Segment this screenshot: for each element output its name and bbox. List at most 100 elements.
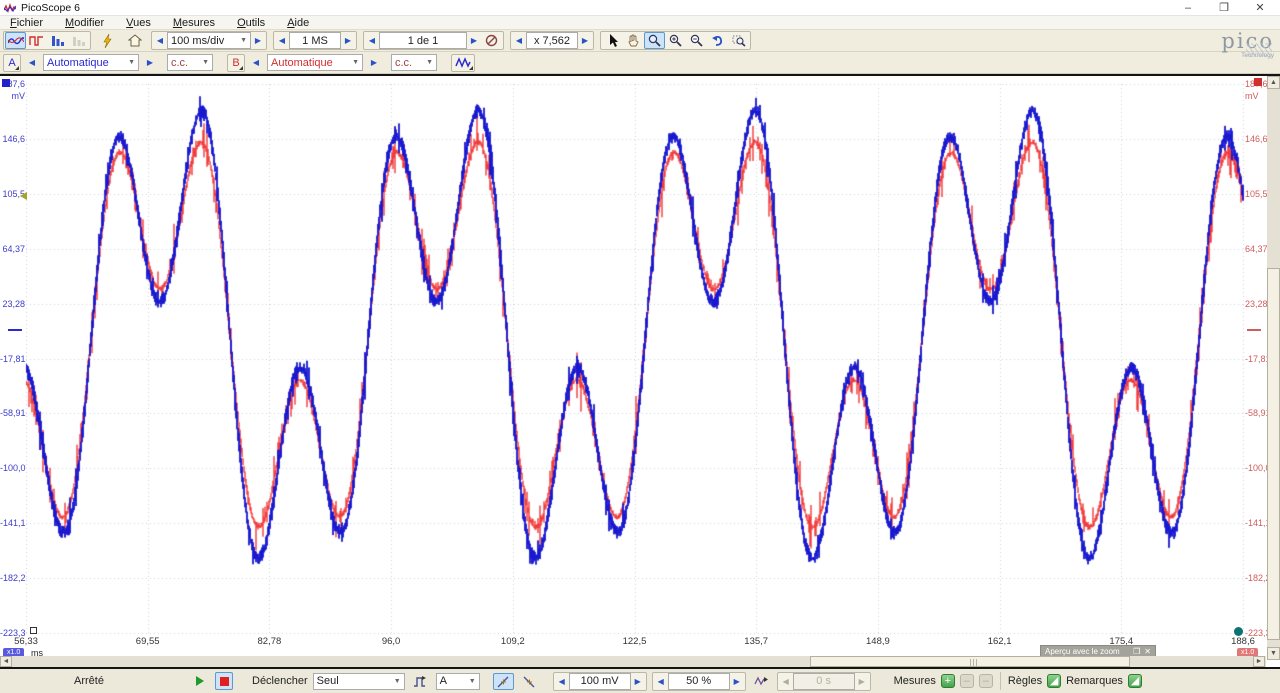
scope-view[interactable]: 187,6 146,6 105,5 64,37 23,28 -17,81 -58,91 -10… bbox=[0, 74, 1280, 669]
signal-generator-button[interactable] bbox=[451, 53, 475, 72]
chevron-down-icon: ▼ bbox=[202, 59, 209, 66]
pan-tool-button[interactable] bbox=[623, 32, 644, 49]
scroll-down-icon[interactable]: ▼ bbox=[1267, 647, 1280, 660]
page-indicator[interactable]: 1 de 1 bbox=[379, 32, 467, 49]
maximize-button[interactable]: ❐ bbox=[1218, 2, 1230, 14]
samples-select[interactable]: 1 MS bbox=[289, 32, 341, 49]
minimize-button[interactable]: – bbox=[1182, 2, 1194, 14]
scroll-left-icon[interactable]: ◄ bbox=[0, 656, 12, 667]
pretrigger-down[interactable]: ◀ bbox=[654, 673, 668, 690]
falling-edge-button[interactable] bbox=[519, 673, 540, 690]
trigger-source-value: A bbox=[439, 675, 447, 687]
waveform-canvas[interactable] bbox=[0, 76, 1280, 667]
undo-zoom-button[interactable] bbox=[707, 32, 728, 49]
left-axis-tick: 64,37 bbox=[2, 243, 25, 254]
rulers-button[interactable]: ◢ bbox=[1047, 674, 1062, 688]
trigger-source-select[interactable]: A ▼ bbox=[435, 672, 480, 690]
notes-button[interactable]: ◢ bbox=[1127, 674, 1142, 688]
marquee-zoom-button[interactable] bbox=[728, 32, 749, 49]
channel-toolbar: A ◀ Automatique ▼ ▶ c.c. ▼ B ◀ Automatiq… bbox=[0, 52, 1280, 74]
scope-view-icon bbox=[7, 36, 24, 44]
left-axis-tick: -58,91 bbox=[0, 408, 26, 419]
timebase-prev-button[interactable]: ◀ bbox=[153, 32, 167, 49]
post-trigger-delay-button[interactable] bbox=[751, 673, 772, 690]
vertical-scrollbar[interactable]: ▲ ▼ bbox=[1267, 76, 1280, 660]
delay-up: ▶ bbox=[858, 676, 865, 686]
channel-b-top-marker[interactable] bbox=[1254, 78, 1262, 86]
zoom-origin-marker[interactable] bbox=[30, 627, 37, 634]
pretrigger-up[interactable]: ▶ bbox=[730, 673, 744, 690]
trigger-level-down[interactable]: ◀ bbox=[555, 673, 569, 690]
probe-setup-button[interactable] bbox=[97, 32, 118, 49]
menu-aide[interactable]: Aide bbox=[287, 17, 309, 29]
page-prev-button[interactable]: ◀ bbox=[365, 32, 379, 49]
menu-modifier[interactable]: Modifier bbox=[65, 17, 104, 29]
trigger-level-box[interactable]: 100 mV bbox=[568, 672, 631, 690]
channel-b-button[interactable]: B bbox=[227, 53, 245, 72]
channel-b-range-next[interactable]: ▶ bbox=[367, 54, 381, 71]
zoom-out-tool-button[interactable] bbox=[686, 32, 707, 49]
menu-mesures[interactable]: Mesures bbox=[173, 17, 215, 29]
channel-a-top-marker[interactable] bbox=[2, 79, 10, 87]
home-icon bbox=[127, 34, 142, 47]
spectrum-view-button[interactable] bbox=[47, 32, 68, 49]
close-button[interactable]: ✕ bbox=[1254, 2, 1266, 14]
run-button[interactable] bbox=[189, 673, 210, 690]
zoom-in-tool-button[interactable] bbox=[665, 32, 686, 49]
zoom-factor-box[interactable]: x 7,562 bbox=[526, 32, 578, 49]
channel-a-zero-marker[interactable] bbox=[8, 329, 22, 331]
pico-logo: pico Technology bbox=[1221, 31, 1274, 60]
trigger-level-marker-icon[interactable] bbox=[20, 192, 27, 200]
undo-arrow-icon bbox=[712, 35, 723, 46]
home-button[interactable] bbox=[124, 32, 145, 49]
horizontal-scrollbar-thumb[interactable] bbox=[810, 656, 1130, 667]
zoom-window-tool-button[interactable] bbox=[644, 32, 665, 49]
page-next-button[interactable]: ▶ bbox=[467, 32, 481, 49]
persistence-view-button[interactable] bbox=[26, 32, 47, 49]
channel-b-coupling-select[interactable]: c.c. ▼ bbox=[391, 54, 437, 71]
channel-a-button[interactable]: A bbox=[3, 53, 21, 72]
scroll-right-icon[interactable]: ► bbox=[1253, 656, 1265, 667]
falling-edge-icon bbox=[523, 676, 535, 687]
stop-button[interactable] bbox=[215, 672, 233, 690]
trigger-mode-select[interactable]: Seul ▼ bbox=[312, 672, 405, 690]
channel-a-coupling-select[interactable]: c.c. ▼ bbox=[167, 54, 213, 71]
app-icon bbox=[4, 2, 16, 13]
scope-view-button[interactable] bbox=[5, 32, 26, 49]
channel-a-range-next[interactable]: ▶ bbox=[143, 54, 157, 71]
pointer-tool-button[interactable] bbox=[602, 32, 623, 49]
samples-next-button[interactable]: ▶ bbox=[341, 32, 355, 49]
samples-prev-button[interactable]: ◀ bbox=[275, 32, 289, 49]
zoom-factor-next-button[interactable]: ▶ bbox=[578, 32, 592, 49]
menu-fichier[interactable]: Fichier bbox=[10, 17, 43, 29]
trigger-time-marker[interactable] bbox=[1234, 627, 1243, 636]
delay-box: 0 s bbox=[792, 672, 855, 690]
scroll-up-icon[interactable]: ▲ bbox=[1267, 76, 1280, 89]
close-icon[interactable]: ✕ bbox=[1144, 647, 1151, 656]
menu-outils[interactable]: Outils bbox=[237, 17, 265, 29]
advanced-trigger-button[interactable] bbox=[410, 673, 431, 690]
advanced-trigger-icon bbox=[414, 675, 427, 687]
popout-icon[interactable]: ❐ bbox=[1133, 647, 1140, 656]
channel-a-range-prev[interactable]: ◀ bbox=[25, 54, 39, 71]
timebase-select[interactable]: 100 ms/div ▼ bbox=[167, 32, 251, 49]
chevron-down-icon: ▼ bbox=[393, 677, 401, 685]
corner-triangle-icon bbox=[15, 65, 19, 70]
left-axis-unit: mV bbox=[11, 91, 26, 101]
trigger-level-up[interactable]: ▶ bbox=[631, 673, 645, 690]
channel-b-range-select[interactable]: Automatique ▼ bbox=[267, 54, 363, 71]
add-measure-button[interactable]: + bbox=[940, 674, 955, 688]
vertical-scrollbar-thumb[interactable] bbox=[1267, 268, 1280, 640]
delete-measure-button: – bbox=[978, 674, 993, 688]
channel-a-range-select[interactable]: Automatique ▼ bbox=[43, 54, 139, 71]
channel-b-zero-marker[interactable] bbox=[1247, 329, 1261, 331]
timebase-next-button[interactable]: ▶ bbox=[251, 32, 265, 49]
horizontal-scrollbar[interactable]: ◄ ► bbox=[0, 656, 1266, 667]
pretrigger-value: 50 % bbox=[686, 675, 712, 687]
zoom-factor-prev-button[interactable]: ◀ bbox=[512, 32, 526, 49]
pretrigger-box[interactable]: 50 % bbox=[667, 672, 730, 690]
rising-edge-button[interactable] bbox=[492, 672, 514, 690]
no-overflow-button[interactable] bbox=[481, 32, 502, 49]
menu-vues[interactable]: Vues bbox=[126, 17, 151, 29]
channel-b-range-prev[interactable]: ◀ bbox=[249, 54, 263, 71]
